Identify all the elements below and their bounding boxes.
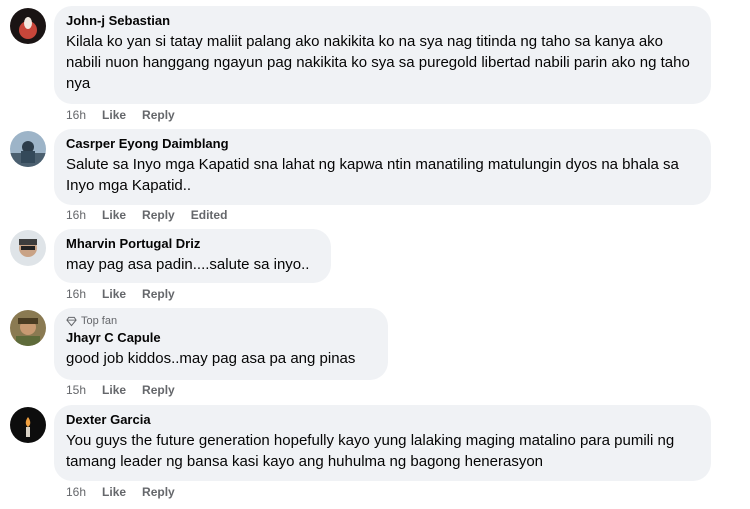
- comment-timestamp[interactable]: 16h: [66, 108, 86, 122]
- comment-bubble: Casrper Eyong Daimblang Salute sa Inyo m…: [54, 129, 711, 205]
- avatar[interactable]: [10, 8, 46, 44]
- reply-button[interactable]: Reply: [142, 208, 175, 222]
- comment-actions: 16h Like Reply: [66, 287, 175, 301]
- comment-text: You guys the future generation hopefully…: [66, 432, 675, 470]
- comment-author[interactable]: Casrper Eyong Daimblang: [66, 136, 699, 152]
- comment-author[interactable]: Jhayr C Capule: [66, 330, 376, 346]
- comment-timestamp[interactable]: 16h: [66, 485, 86, 499]
- comment-timestamp[interactable]: 16h: [66, 287, 86, 301]
- avatar[interactable]: [10, 131, 46, 167]
- comment-author[interactable]: Dexter Garcia: [66, 412, 699, 428]
- comment-text: good job kiddos..may pag asa pa ang pina…: [66, 350, 356, 367]
- comment-bubble: Dexter Garcia You guys the future genera…: [54, 405, 711, 481]
- comment-actions: 16h Like Reply: [66, 485, 175, 499]
- reply-button[interactable]: Reply: [142, 383, 175, 397]
- comment-author[interactable]: Mharvin Portugal Driz: [66, 236, 319, 252]
- avatar[interactable]: [10, 407, 46, 443]
- avatar[interactable]: [10, 230, 46, 266]
- comment-actions: 16h Like Reply Edited: [66, 208, 227, 222]
- like-button[interactable]: Like: [102, 287, 126, 301]
- comment-bubble: Top fan Jhayr C Capule good job kiddos..…: [54, 308, 388, 380]
- diamond-icon: [66, 316, 77, 327]
- reply-button[interactable]: Reply: [142, 108, 175, 122]
- comment-text: Kilala ko yan si tatay maliit palang ako…: [66, 33, 690, 92]
- reply-button[interactable]: Reply: [142, 485, 175, 499]
- comment-timestamp[interactable]: 15h: [66, 383, 86, 397]
- like-button[interactable]: Like: [102, 383, 126, 397]
- badge-label: Top fan: [81, 315, 118, 327]
- comment-bubble: John-j Sebastian Kilala ko yan si tatay …: [54, 6, 711, 104]
- comment-bubble: Mharvin Portugal Driz may pag asa padin.…: [54, 229, 331, 283]
- comment-text: may pag asa padin....salute sa inyo..: [66, 256, 310, 273]
- comment-timestamp[interactable]: 16h: [66, 208, 86, 222]
- like-button[interactable]: Like: [102, 485, 126, 499]
- like-button[interactable]: Like: [102, 108, 126, 122]
- edited-label: Edited: [190, 208, 228, 222]
- top-fan-badge: Top fan: [66, 315, 376, 328]
- comment-actions: 15h Like Reply: [66, 383, 175, 397]
- comment-actions: 16h Like Reply: [66, 108, 175, 122]
- reply-button[interactable]: Reply: [142, 287, 175, 301]
- comment-text: Salute sa Inyo mga Kapatid sna lahat ng …: [66, 156, 679, 194]
- avatar[interactable]: [10, 310, 46, 346]
- comment-author[interactable]: John-j Sebastian: [66, 13, 699, 29]
- like-button[interactable]: Like: [102, 208, 126, 222]
